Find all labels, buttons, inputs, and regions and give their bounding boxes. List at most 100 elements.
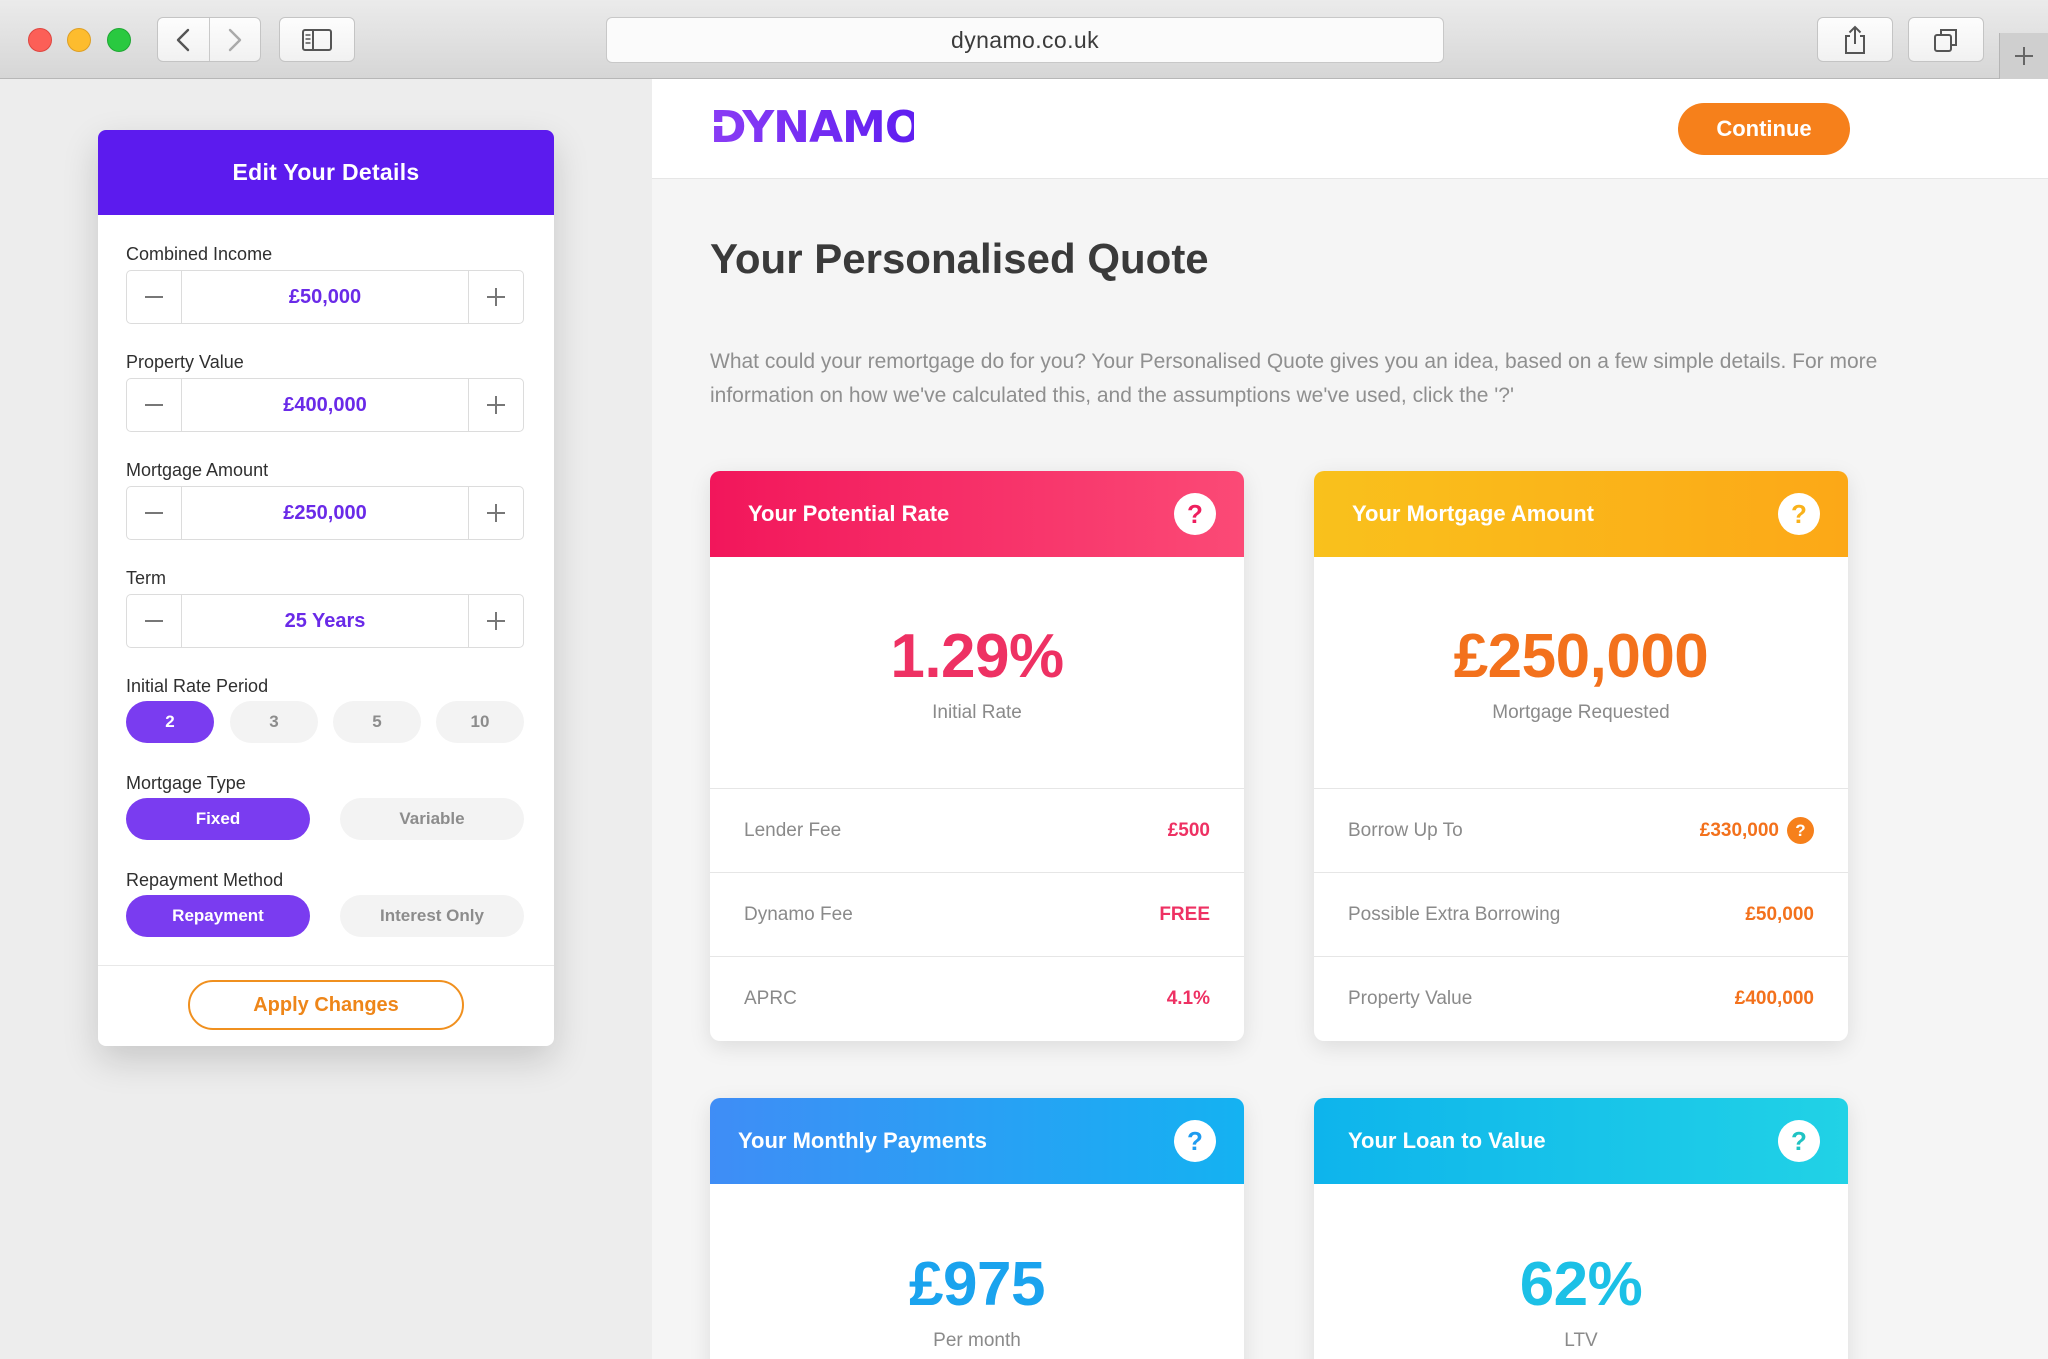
mortgage-amount-label: Mortgage Amount <box>126 460 269 480</box>
show-tabs-button[interactable] <box>1908 17 1984 62</box>
svg-text:DYNAMO: DYNAMO <box>710 102 914 151</box>
term-label: Term <box>126 568 166 588</box>
rate-period-option-10[interactable]: 10 <box>436 701 524 743</box>
apply-changes-button[interactable]: Apply Changes <box>188 980 464 1030</box>
minus-icon <box>145 512 163 514</box>
aprc-value: 4.1% <box>1166 988 1210 1009</box>
browser-toolbar: dynamo.co.uk <box>0 0 2048 79</box>
new-tab-button[interactable] <box>1999 33 2048 79</box>
tabs-icon <box>1934 28 1957 52</box>
plus-icon <box>2015 47 2033 65</box>
help-icon[interactable]: ? <box>1174 493 1216 535</box>
mortgage-amount-input[interactable]: £250,000 <box>181 487 469 539</box>
sidebar-toggle-button[interactable] <box>279 17 355 62</box>
potential-rate-title: Your Potential Rate <box>748 501 950 526</box>
dynamo-fee-label: Dynamo Fee <box>744 903 853 925</box>
plus-icon <box>487 396 505 414</box>
initial-rate-value: 1.29% <box>890 622 1064 691</box>
mortgage-amount-hero: £250,000 Mortgage Requested <box>1314 557 1848 789</box>
dynamo-logo[interactable]: DYNAMO <box>710 101 914 151</box>
plus-icon <box>487 288 505 306</box>
intro-text: What could your remortgage do for you? Y… <box>710 350 1878 407</box>
panel-header: Edit Your Details <box>98 130 554 215</box>
property-value-input[interactable]: £400,000 <box>181 379 469 431</box>
mortgage-type-variable[interactable]: Variable <box>340 798 524 840</box>
dynamo-fee-value: FREE <box>1159 903 1210 925</box>
monthly-payment-caption: Per month <box>933 1329 1021 1351</box>
increase-mortgage-button[interactable] <box>469 487 523 539</box>
potential-rate-header: Your Potential Rate ? <box>710 471 1244 557</box>
sidebar-icon <box>302 28 332 51</box>
decrease-term-button[interactable] <box>127 595 181 647</box>
combined-income-stepper: £50,000 <box>126 270 524 324</box>
decrease-income-button[interactable] <box>127 271 181 323</box>
monthly-payments-card: Your Monthly Payments ? £975 Per month <box>710 1098 1244 1359</box>
combined-income-label: Combined Income <box>126 244 273 264</box>
help-icon[interactable]: ? <box>1778 1120 1820 1162</box>
increase-term-button[interactable] <box>469 595 523 647</box>
continue-button[interactable]: Continue <box>1678 103 1850 155</box>
rate-period-option-2[interactable]: 2 <box>126 701 214 743</box>
extra-borrowing-row: Possible Extra Borrowing £50,000 <box>1314 873 1848 957</box>
borrow-up-to-row: Borrow Up To £330,000 ? <box>1314 789 1848 873</box>
aprc-label: APRC <box>744 988 797 1009</box>
lender-fee-row: Lender Fee £500 <box>710 789 1244 873</box>
help-icon[interactable]: ? <box>1174 1120 1216 1162</box>
initial-rate-caption: Initial Rate <box>932 702 1022 723</box>
minus-icon <box>145 620 163 622</box>
card-property-value-value: £400,000 <box>1734 988 1814 1009</box>
share-button[interactable] <box>1817 17 1893 62</box>
help-icon[interactable]: ? <box>1778 493 1820 535</box>
lender-fee-value: £500 <box>1167 819 1210 841</box>
rate-period-option-3[interactable]: 3 <box>230 701 318 743</box>
property-value-stepper: £400,000 <box>126 378 524 432</box>
rate-period-option-5[interactable]: 5 <box>333 701 421 743</box>
back-button[interactable] <box>158 18 209 61</box>
increase-income-button[interactable] <box>469 271 523 323</box>
mortgage-requested-caption: Mortgage Requested <box>1492 702 1670 723</box>
close-window-button[interactable] <box>28 28 52 52</box>
chevron-right-icon <box>228 28 242 51</box>
dynamo-fee-row: Dynamo Fee FREE <box>710 873 1244 957</box>
panel-divider <box>98 965 554 966</box>
term-input[interactable]: 25 Years <box>181 595 469 647</box>
card-property-value-label: Property Value <box>1348 988 1473 1009</box>
mortgage-amount-card: Your Mortgage Amount ? £250,000 Mortgage… <box>1314 471 1848 1041</box>
loan-to-value-hero: 62% LTV <box>1314 1184 1848 1359</box>
site-header: DYNAMO Continue <box>652 79 2048 179</box>
panel-title: Edit Your Details <box>232 159 420 185</box>
potential-rate-hero: 1.29% Initial Rate <box>710 557 1244 789</box>
loan-to-value-title: Your Loan to Value <box>1348 1128 1546 1153</box>
edit-details-panel: Edit Your Details Combined Income £50,00… <box>98 130 554 1046</box>
rate-period-label: Initial Rate Period <box>126 676 269 696</box>
ltv-value: 62% <box>1519 1249 1643 1319</box>
page-title: Your Personalised Quote <box>710 235 1209 282</box>
decrease-property-button[interactable] <box>127 379 181 431</box>
minimize-window-button[interactable] <box>67 28 91 52</box>
chevron-left-icon <box>177 28 190 51</box>
decrease-mortgage-button[interactable] <box>127 487 181 539</box>
increase-property-button[interactable] <box>469 379 523 431</box>
potential-rate-card: Your Potential Rate ? 1.29% Initial Rate… <box>710 471 1244 1041</box>
borrow-up-to-group: £330,000 ? <box>1700 817 1814 844</box>
mortgage-type-label: Mortgage Type <box>126 773 246 793</box>
monthly-payments-hero: £975 Per month <box>710 1184 1244 1359</box>
ltv-caption: LTV <box>1564 1329 1598 1351</box>
mortgage-amount-stepper: £250,000 <box>126 486 524 540</box>
address-bar[interactable]: dynamo.co.uk <box>606 17 1444 63</box>
card-property-value-row: Property Value £400,000 <box>1314 957 1848 1041</box>
borrow-up-to-label: Borrow Up To <box>1348 819 1463 841</box>
repayment-method-interest-only[interactable]: Interest Only <box>340 895 524 937</box>
help-icon[interactable]: ? <box>1787 817 1814 844</box>
mortgage-type-fixed[interactable]: Fixed <box>126 798 310 840</box>
monthly-payments-header: Your Monthly Payments ? <box>710 1098 1244 1184</box>
repayment-method-repayment[interactable]: Repayment <box>126 895 310 937</box>
logo-mark-icon: DYNAMO <box>710 102 914 151</box>
borrow-up-to-value: £330,000 <box>1699 819 1779 841</box>
minus-icon <box>145 296 163 298</box>
repayment-method-label: Repayment Method <box>126 870 284 890</box>
main-content: DYNAMO Continue Your Personalised Quote … <box>652 79 2048 1359</box>
combined-income-input[interactable]: £50,000 <box>181 271 469 323</box>
forward-button[interactable] <box>208 18 260 61</box>
zoom-window-button[interactable] <box>107 28 131 52</box>
